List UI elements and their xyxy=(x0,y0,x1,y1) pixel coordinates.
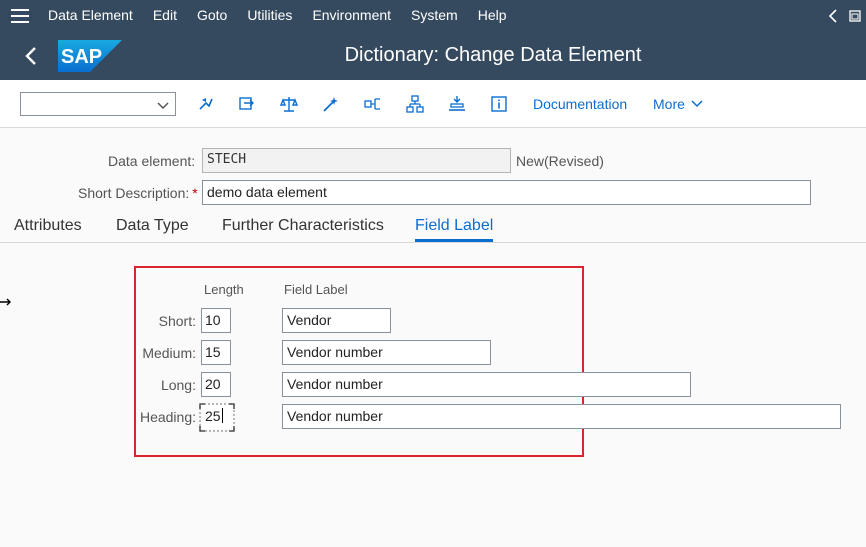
long-length-field[interactable]: 20 xyxy=(201,372,231,397)
check-icon[interactable] xyxy=(279,94,299,114)
other-object-icon[interactable] xyxy=(196,94,216,114)
long-label-field[interactable]: Vendor number xyxy=(282,372,691,397)
title-bar: SAP Dictionary: Change Data Element xyxy=(0,31,866,80)
focus-indicator xyxy=(199,403,235,432)
medium-label: Medium: xyxy=(142,345,196,361)
more-button[interactable]: More xyxy=(653,96,703,112)
menu-environment[interactable]: Environment xyxy=(302,0,401,31)
application-toolbar: Documentation More xyxy=(0,80,866,128)
long-label: Long: xyxy=(160,377,196,393)
data-element-field: STECH xyxy=(202,148,511,173)
short-label-field[interactable]: Vendor xyxy=(282,308,391,333)
menu-edit[interactable]: Edit xyxy=(143,0,187,31)
display-change-icon[interactable] xyxy=(237,94,257,114)
short-description-label-text: Short Description: xyxy=(78,185,190,201)
menu-data-element[interactable]: Data Element xyxy=(40,0,143,31)
menu-system[interactable]: System xyxy=(401,0,468,31)
tab-field-label[interactable]: Field Label xyxy=(415,217,494,242)
menu-bar: Data Element Edit Goto Utilities Environ… xyxy=(0,0,866,31)
menu-goto[interactable]: Goto xyxy=(187,0,237,31)
chevron-left-icon[interactable] xyxy=(822,0,844,31)
tab-strip: Attributes Data Type Further Characteris… xyxy=(0,212,866,243)
window-icon[interactable] xyxy=(844,0,866,31)
hamburger-menu-icon[interactable] xyxy=(0,0,40,31)
length-column-header: Length xyxy=(204,282,244,297)
tab-further-characteristics[interactable]: Further Characteristics xyxy=(222,217,384,242)
heading-label: Heading: xyxy=(139,409,196,425)
more-button-label: More xyxy=(653,96,685,112)
tab-attributes[interactable]: Attributes xyxy=(14,217,82,242)
menu-utilities[interactable]: Utilities xyxy=(237,0,302,31)
heading-label-field[interactable]: Vendor number xyxy=(282,404,841,429)
hierarchy-icon[interactable] xyxy=(405,94,425,114)
command-field-dropdown[interactable] xyxy=(20,92,176,116)
short-description-field[interactable]: demo data element xyxy=(202,180,811,205)
short-length-field[interactable]: 10 xyxy=(201,308,231,333)
chevron-down-icon xyxy=(691,96,703,112)
documentation-button[interactable]: Documentation xyxy=(533,96,627,112)
chevron-down-icon xyxy=(157,98,169,114)
short-description-label: Short Description: * xyxy=(78,185,198,201)
page-title: Dictionary: Change Data Element xyxy=(344,44,642,66)
short-label: Short: xyxy=(158,313,196,329)
field-label-column-header: Field Label xyxy=(284,282,348,297)
data-element-label: Data element: xyxy=(108,153,196,169)
navigation-icon[interactable] xyxy=(447,94,467,114)
information-icon[interactable] xyxy=(489,94,509,114)
tab-data-type[interactable]: Data Type xyxy=(116,217,189,242)
medium-length-field[interactable]: 15 xyxy=(201,340,231,365)
required-marker: * xyxy=(192,185,198,201)
menu-help[interactable]: Help xyxy=(468,0,517,31)
medium-label-field[interactable]: Vendor number xyxy=(282,340,491,365)
status-text: New(Revised) xyxy=(516,153,604,169)
where-used-icon[interactable] xyxy=(363,94,383,114)
activate-icon[interactable] xyxy=(321,94,341,114)
mouse-cursor-icon xyxy=(0,295,12,311)
